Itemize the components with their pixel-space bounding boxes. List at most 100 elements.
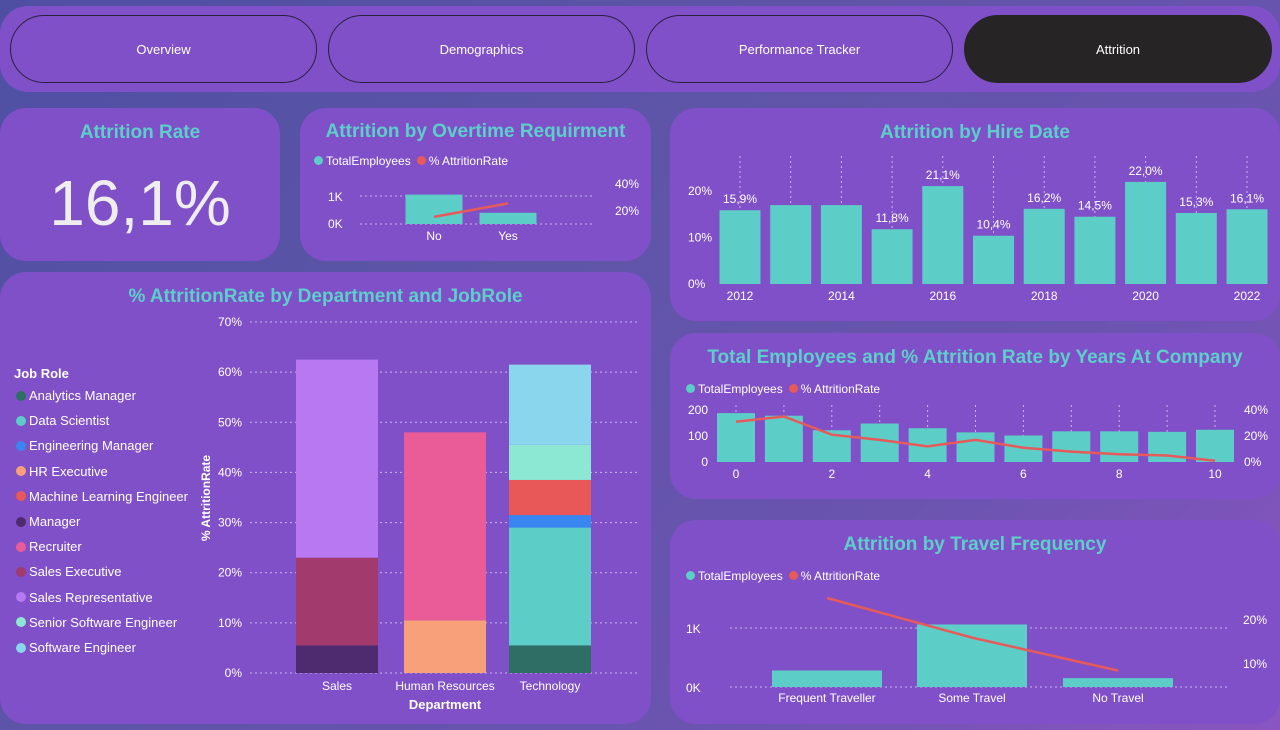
x-tick-label: 8 xyxy=(1116,467,1123,481)
y-tick-label: 0% xyxy=(225,666,243,680)
legend-label: Senior Software Engineer xyxy=(29,614,178,630)
tab-performance-tracker[interactable]: Performance Tracker xyxy=(646,15,953,83)
x-tick-label: 2 xyxy=(828,467,835,481)
bar[interactable] xyxy=(1175,213,1217,284)
bar[interactable] xyxy=(973,235,1014,284)
legend-label: Machine Learning Engineer xyxy=(29,488,188,504)
legend-item[interactable]: HR Executive xyxy=(16,464,108,479)
x-tick-label: 6 xyxy=(1020,467,1027,481)
legend-item[interactable]: Recruiter xyxy=(16,539,82,554)
bar[interactable] xyxy=(1052,431,1091,462)
y-tick-label: 10% xyxy=(688,231,712,245)
stacked-bar-segment[interactable] xyxy=(296,645,378,673)
legend-label: Manager xyxy=(29,514,81,529)
x-tick-label: 10 xyxy=(1208,467,1222,481)
y-tick-label: 30% xyxy=(218,516,242,530)
stacked-bar-segment[interactable] xyxy=(509,479,591,516)
bar[interactable] xyxy=(922,186,964,284)
bar[interactable] xyxy=(1196,429,1234,462)
x-tick-label: 4 xyxy=(924,467,931,481)
legend-dot xyxy=(16,390,26,401)
stacked-bar-segment[interactable] xyxy=(509,364,591,445)
bar[interactable] xyxy=(1074,216,1116,284)
data-label: 21,1% xyxy=(926,168,960,182)
data-label: 10,4% xyxy=(976,218,1010,232)
y-tick-label: 20% xyxy=(218,566,242,580)
bar[interactable] xyxy=(917,624,1027,687)
legend-item[interactable]: Data Scientist xyxy=(16,413,109,428)
data-label: 22,0% xyxy=(1129,164,1163,178)
stacked-bar-segment[interactable] xyxy=(509,444,591,480)
bar[interactable] xyxy=(405,194,463,224)
x-tick-label: Yes xyxy=(498,229,518,243)
y2-tick-label: 40% xyxy=(1244,403,1268,417)
data-label: 11,8% xyxy=(876,211,909,225)
legend-label: Engineering Manager xyxy=(29,438,154,454)
bar[interactable] xyxy=(1125,181,1167,284)
legend-item[interactable]: Senior Software Engineer xyxy=(16,615,177,630)
bar[interactable] xyxy=(772,670,882,687)
stacked-bar-segment[interactable] xyxy=(296,557,378,646)
y-tick-label: 0K xyxy=(686,681,701,695)
x-tick-label: 2020 xyxy=(1132,289,1159,303)
stacked-bar-segment[interactable] xyxy=(404,620,486,673)
hire-date-card: Attrition by Hire Date 0% 10% 20% 15,9% 11,8… xyxy=(670,108,1280,321)
hire-date-chart: 0% 10% 20% 15,9% 11,8% 21,1% 10,4% 16,2% 14,5% 22… xyxy=(688,156,1268,303)
bar[interactable] xyxy=(1226,209,1268,284)
stacked-bar-segment[interactable] xyxy=(509,527,591,646)
x-tick-label: No xyxy=(426,229,442,243)
tab-attrition[interactable]: Attrition xyxy=(964,15,1272,83)
y-axis-title: % AttritionRate xyxy=(199,455,213,542)
legend-dot xyxy=(16,592,26,603)
legend-item[interactable]: Engineering Manager xyxy=(16,438,153,453)
tab-overview[interactable]: Overview xyxy=(10,15,317,83)
legend-dot xyxy=(16,440,26,451)
bar[interactable] xyxy=(956,432,995,462)
x-tick-label: 2014 xyxy=(828,289,855,303)
bar[interactable] xyxy=(770,205,812,284)
legend-label: Sales Executive xyxy=(29,564,122,580)
x-tick-label: 2022 xyxy=(1234,289,1261,303)
kpi-value: 16,1% xyxy=(49,167,231,239)
y-tick-label: 0% xyxy=(688,277,706,291)
stacked-bar-segment[interactable] xyxy=(404,432,486,621)
bar[interactable] xyxy=(1100,431,1139,462)
bar[interactable] xyxy=(1063,678,1173,687)
x-tick-label: Technology xyxy=(520,679,581,693)
bar[interactable] xyxy=(1023,208,1065,284)
y-tick-label: 200 xyxy=(688,403,708,417)
y-tick-label: 100 xyxy=(688,429,708,443)
legend-dot xyxy=(16,642,26,653)
legend-item[interactable]: Analytics Manager xyxy=(16,388,136,403)
legend-dot xyxy=(16,541,26,552)
data-label: 14,5% xyxy=(1078,199,1112,213)
legend-label: Software Engineer xyxy=(29,640,136,655)
y-tick-label: 20% xyxy=(688,184,712,198)
job-role-legend-title: Job Role xyxy=(14,366,69,381)
x-tick-label: Frequent Traveller xyxy=(778,691,875,705)
legend-item[interactable]: Sales Representative xyxy=(16,590,153,605)
tab-demographics[interactable]: Demographics xyxy=(328,15,635,83)
y2-tick-label: 40% xyxy=(615,177,639,191)
x-axis-title: Department xyxy=(409,697,482,712)
legend-dot xyxy=(16,466,26,477)
legend-label: Analytics Manager xyxy=(29,388,136,403)
legend-item[interactable]: Sales Executive xyxy=(16,564,122,579)
bar[interactable] xyxy=(820,205,862,284)
legend-dot xyxy=(16,566,26,577)
legend-item[interactable]: Software Engineer xyxy=(16,640,136,655)
bar[interactable] xyxy=(871,229,913,284)
legend-item[interactable]: Machine Learning Engineer xyxy=(16,489,188,504)
stacked-bar-segment[interactable] xyxy=(296,359,378,558)
legend-label: Recruiter xyxy=(29,539,82,555)
bar[interactable] xyxy=(479,212,537,224)
overtime-card: Attrition by Overtime Requirment TotalEm… xyxy=(300,108,651,261)
bar[interactable] xyxy=(719,210,761,284)
stacked-bar-segment[interactable] xyxy=(509,645,591,673)
x-tick-label: Some Travel xyxy=(938,691,1005,705)
legend-item[interactable]: Manager xyxy=(16,514,80,529)
x-tick-label: 2016 xyxy=(929,289,956,303)
data-label: 16,2% xyxy=(1027,191,1061,205)
stacked-bar-segment[interactable] xyxy=(509,515,591,528)
x-tick-label: 2012 xyxy=(727,289,754,303)
